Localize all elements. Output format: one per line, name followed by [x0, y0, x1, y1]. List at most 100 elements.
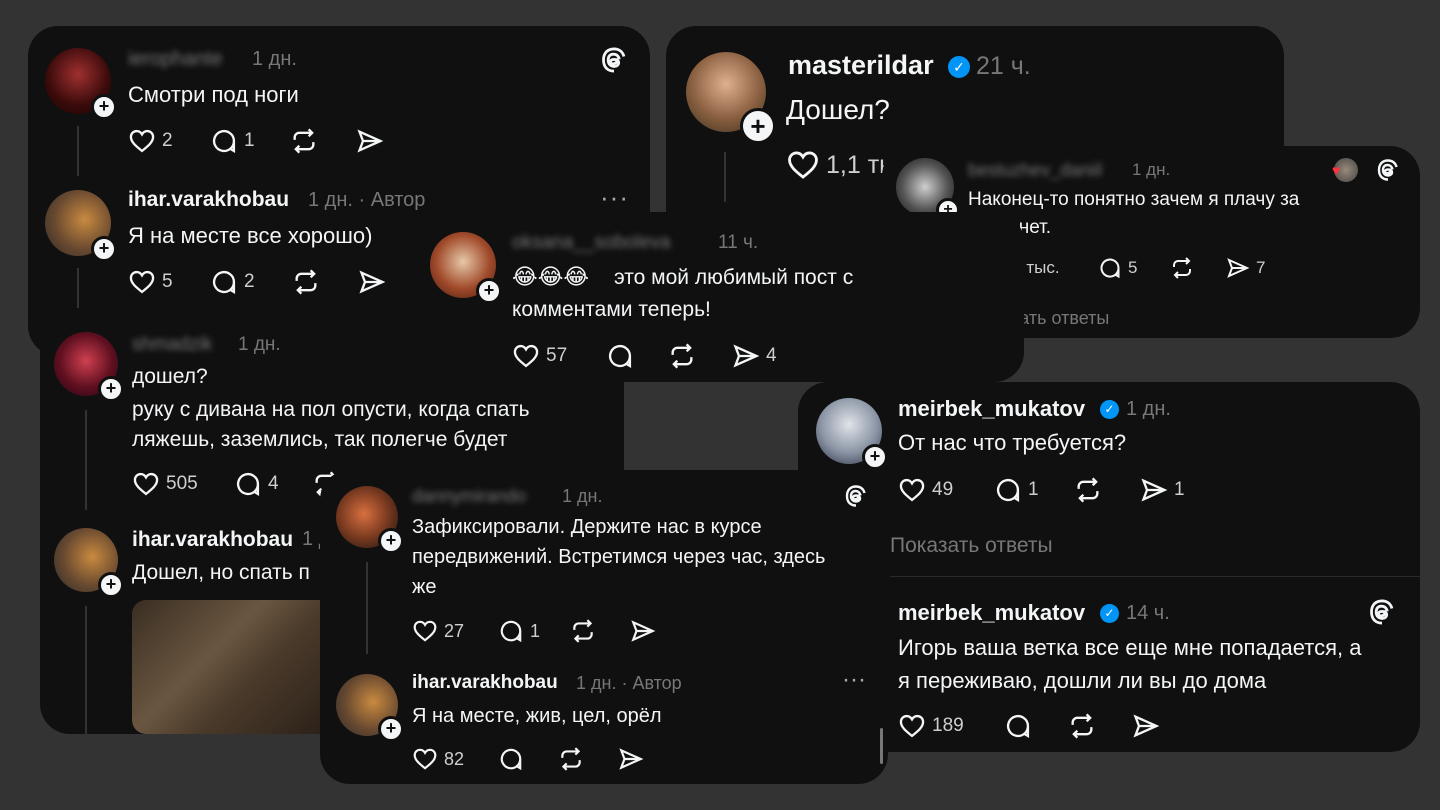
follow-plus-icon[interactable]: +: [98, 572, 124, 598]
comment-text: Я на месте все хорошо): [128, 223, 373, 248]
like-count: 2: [162, 130, 173, 151]
comment-icon: [1098, 256, 1122, 280]
scrollbar[interactable]: [880, 728, 883, 764]
like-button[interactable]: 2: [128, 127, 173, 155]
verified-icon: ✓: [1100, 604, 1119, 623]
repost-button[interactable]: [668, 342, 696, 370]
verified-icon: ✓: [1100, 400, 1119, 419]
timestamp: 11 ч.: [718, 232, 759, 253]
comment-icon: [498, 618, 524, 644]
share-button[interactable]: [618, 746, 644, 772]
username[interactable]: meirbek_mukatov: [898, 396, 1085, 422]
like-button[interactable]: 57: [512, 342, 567, 370]
share-button[interactable]: 4: [732, 342, 777, 370]
comment-button[interactable]: 1: [994, 476, 1039, 504]
username[interactable]: ihar.varakhobau: [412, 672, 558, 694]
follow-plus-icon[interactable]: +: [98, 376, 124, 402]
comment-count: 1: [244, 130, 255, 151]
comment-text: Зафиксировали. Держите нас в курсе: [412, 516, 762, 538]
like-button[interactable]: 505: [132, 470, 198, 498]
repost-button[interactable]: [290, 127, 318, 155]
repost-icon: [668, 342, 696, 370]
like-button[interactable]: 27: [412, 618, 464, 644]
comment-button[interactable]: 4: [234, 470, 279, 498]
avatar[interactable]: +: [336, 674, 404, 742]
repost-button[interactable]: [1068, 712, 1096, 740]
follow-plus-icon[interactable]: +: [862, 444, 888, 470]
like-button[interactable]: 5: [128, 268, 173, 296]
more-icon[interactable]: ···: [842, 666, 866, 694]
share-button[interactable]: 1: [1140, 476, 1185, 504]
repost-button[interactable]: [292, 268, 320, 296]
comment-text: это мой любимый пост с: [614, 266, 854, 289]
comment-button[interactable]: 5: [1098, 256, 1137, 280]
share-icon: [1226, 256, 1250, 280]
comment-button[interactable]: 1: [210, 127, 255, 155]
comment-text: От нас что требуется?: [898, 430, 1127, 455]
share-icon: [1140, 476, 1168, 504]
more-icon[interactable]: ···: [600, 182, 629, 213]
comment-icon: [210, 268, 238, 296]
username[interactable]: oksana__soboleva: [512, 232, 670, 254]
comment-text: Дошел?: [786, 94, 890, 125]
comment-button[interactable]: 1: [498, 618, 540, 644]
like-button[interactable]: 1,1 ты: [786, 148, 897, 182]
share-button[interactable]: [356, 127, 384, 155]
share-icon: [1132, 712, 1160, 740]
follow-plus-icon[interactable]: +: [91, 236, 117, 262]
follow-plus-icon[interactable]: +: [378, 528, 404, 554]
comment-button[interactable]: [1004, 712, 1032, 740]
avatar[interactable]: +: [45, 48, 117, 120]
comment-button[interactable]: [606, 342, 634, 370]
avatar[interactable]: +: [336, 486, 404, 554]
username[interactable]: dannymirando: [412, 486, 526, 507]
share-icon: [358, 268, 386, 296]
comment-button[interactable]: 2: [210, 268, 255, 296]
repost-button[interactable]: [1074, 476, 1102, 504]
comment-count: 4: [268, 473, 279, 494]
attached-image[interactable]: [132, 600, 332, 734]
repost-button[interactable]: [558, 746, 584, 772]
like-button[interactable]: 82: [412, 746, 464, 772]
threads-logo-icon: [844, 484, 868, 508]
share-button[interactable]: [358, 268, 386, 296]
username[interactable]: ihar.varakhobau: [128, 188, 289, 212]
repost-button[interactable]: [570, 618, 596, 644]
thread-line: [366, 562, 368, 654]
avatar[interactable]: +: [686, 52, 776, 144]
share-button[interactable]: [1132, 712, 1160, 740]
username[interactable]: masterildar: [788, 50, 934, 81]
show-replies-link[interactable]: Показать ответы: [890, 534, 1053, 558]
comment-button[interactable]: [498, 746, 524, 772]
avatar[interactable]: +: [54, 528, 124, 598]
divider: [890, 576, 1420, 577]
username[interactable]: shmadzik: [132, 334, 212, 356]
avatar[interactable]: +: [45, 190, 117, 262]
timestamp: 1 дн.: [562, 486, 603, 506]
timestamp: 1 дн.: [1126, 398, 1171, 420]
like-button[interactable]: 189: [898, 712, 964, 740]
follow-plus-icon[interactable]: +: [91, 94, 117, 120]
threads-logo-icon: [1376, 158, 1400, 182]
share-count: 4: [766, 345, 777, 366]
avatar[interactable]: +: [816, 398, 888, 470]
avatar[interactable]: +: [54, 332, 124, 402]
like-button[interactable]: 49: [898, 476, 953, 504]
username[interactable]: ierophante: [128, 48, 223, 71]
follow-plus-icon[interactable]: +: [378, 716, 404, 742]
avatar[interactable]: +: [430, 232, 502, 304]
repost-button[interactable]: [1170, 256, 1194, 280]
username[interactable]: ihar.varakhobau: [132, 528, 293, 552]
follow-plus-icon[interactable]: +: [476, 278, 502, 304]
heart-icon: [898, 476, 926, 504]
share-icon: [618, 746, 644, 772]
username[interactable]: bestuzhev_daniil: [968, 160, 1102, 181]
username[interactable]: meirbek_mukatov: [898, 600, 1085, 626]
avatar[interactable]: +: [896, 158, 960, 222]
repost-icon: [1068, 712, 1096, 740]
follow-plus-icon[interactable]: +: [740, 108, 776, 144]
share-button[interactable]: [630, 618, 656, 644]
share-button[interactable]: 7: [1226, 256, 1265, 280]
share-count: 1: [1174, 479, 1185, 500]
timestamp: 1 дн.: [238, 334, 281, 355]
